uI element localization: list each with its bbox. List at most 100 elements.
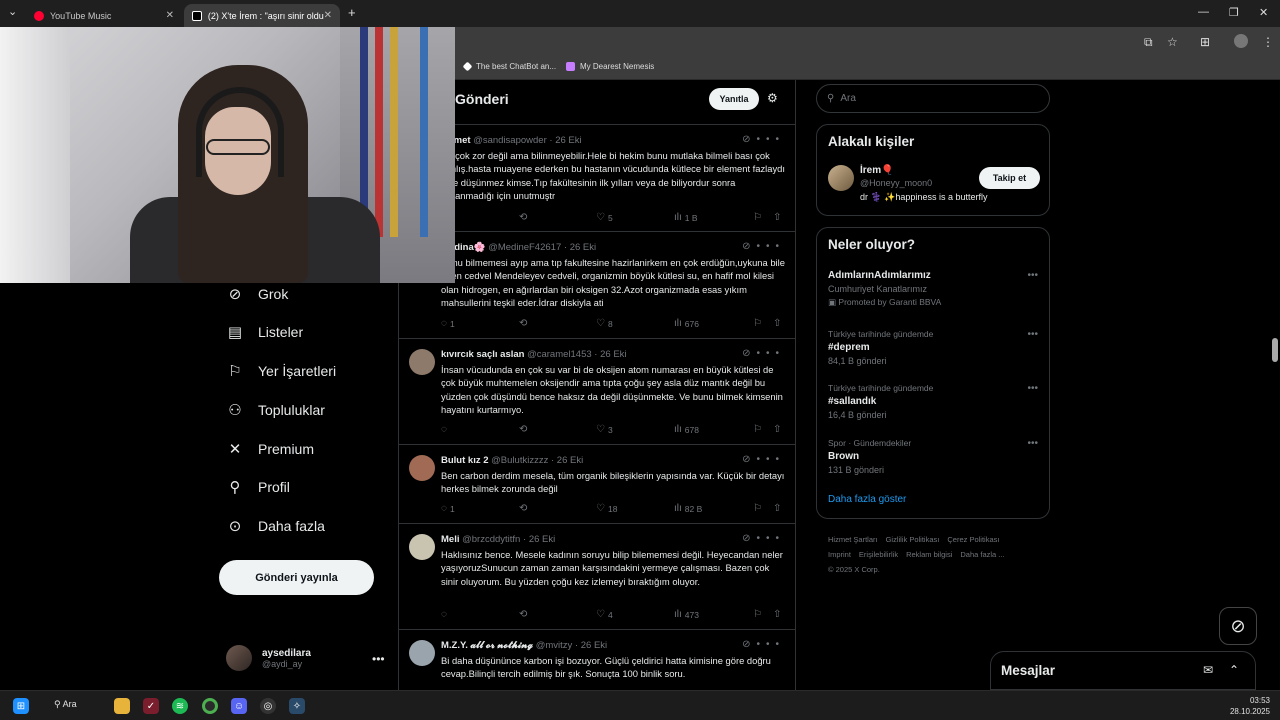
- more-dots-icon[interactable]: •••: [1027, 270, 1038, 281]
- tweet-handle[interactable]: @caramel1453: [527, 349, 592, 360]
- views-action[interactable]: ılı 473: [674, 609, 699, 620]
- bookmark-action[interactable]: ⚐: [753, 424, 762, 435]
- obs-icon[interactable]: ◎: [260, 698, 276, 714]
- tweet-grok-and-more-icons[interactable]: ⊘•••: [742, 134, 785, 145]
- footer-link[interactable]: Reklam bilgisi: [906, 550, 952, 559]
- more-dots-icon[interactable]: •••: [1027, 329, 1038, 340]
- tweet-handle[interactable]: @MedineF42617: [488, 242, 561, 253]
- tweet-handle[interactable]: @sandisapowder: [473, 135, 547, 146]
- grok-floating-button[interactable]: ⊘: [1219, 607, 1257, 645]
- tweet-date[interactable]: 26 Eki: [570, 242, 596, 253]
- app-icon[interactable]: ✓: [143, 698, 159, 714]
- close-icon[interactable]: ✕: [324, 10, 332, 21]
- tweet[interactable]: Meli @brzcddytitfn · 26 Eki ⊘••• Haklısı…: [399, 524, 795, 630]
- views-action[interactable]: ılı 82 B: [674, 503, 702, 514]
- tweet-date[interactable]: 26 Eki: [581, 640, 607, 651]
- extensions-icon[interactable]: ⊞: [1200, 35, 1210, 49]
- nav-bookmarks[interactable]: ⚐ Yer İşaretleri: [226, 362, 336, 380]
- more-dots-icon[interactable]: •••: [1027, 383, 1038, 394]
- menu-icon[interactable]: ⋮: [1262, 35, 1274, 49]
- reply-action[interactable]: ◌: [441, 424, 450, 435]
- nav-more[interactable]: ⊙ Daha fazla: [226, 517, 325, 535]
- views-action[interactable]: ılı 678: [674, 424, 699, 435]
- trend-item[interactable]: AdımlarınAdımlarımız Cumhuriyet Kanatlar…: [828, 270, 1038, 308]
- trend-item[interactable]: Türkiye tarihinde gündemde #deprem 84,1 …: [828, 329, 1038, 366]
- tweet-date[interactable]: 26 Eki: [557, 455, 583, 466]
- reply-button[interactable]: Yanıtla: [709, 88, 759, 110]
- like-action[interactable]: ♡ 8: [596, 318, 613, 329]
- tweet-date[interactable]: 26 Eki: [555, 135, 581, 146]
- views-action[interactable]: ılı 1 B: [674, 212, 698, 223]
- tweet-avatar[interactable]: [409, 640, 435, 666]
- retweet-action[interactable]: ⟲: [519, 318, 530, 329]
- tweet[interactable]: kıvırcık saçlı aslan @caramel1453 · 26 E…: [399, 339, 795, 445]
- retweet-action[interactable]: ⟲: [519, 609, 530, 620]
- nav-profile[interactable]: ⚲ Profil: [226, 478, 290, 496]
- reply-action[interactable]: ◌: [441, 609, 450, 620]
- reply-action[interactable]: ◌ 1: [441, 503, 455, 514]
- footer-link[interactable]: Hizmet Şartları: [828, 535, 878, 544]
- tweet-grok-and-more-icons[interactable]: ⊘•••: [742, 241, 785, 252]
- tweet[interactable]: Medina🌸 @MedineF42617 · 26 Eki ⊘••• Bunu…: [399, 232, 795, 339]
- collapse-up-icon[interactable]: ⌃: [1229, 663, 1239, 677]
- app-icon[interactable]: ✧: [289, 698, 305, 714]
- trend-item[interactable]: Türkiye tarihinde gündemde #sallandık 16…: [828, 383, 1038, 420]
- messages-drawer[interactable]: Mesajlar ✉ ⌃: [990, 651, 1256, 690]
- like-action[interactable]: ♡ 5: [596, 212, 613, 223]
- bookmark-star-icon[interactable]: ☆: [1167, 35, 1178, 49]
- related-person[interactable]: İrem🎈 @Honeyy_moon0 dr ⚕️ ✨happiness is …: [860, 165, 987, 203]
- footer-link[interactable]: Daha fazla ...: [960, 550, 1004, 559]
- share-action[interactable]: ⇧: [773, 318, 781, 329]
- search-input[interactable]: ⚲ Ara: [816, 84, 1050, 113]
- taskbar-search[interactable]: ⚲ Ara: [54, 699, 77, 710]
- post-button[interactable]: Gönderi yayınla: [219, 560, 374, 595]
- tweet-grok-and-more-icons[interactable]: ⊘•••: [742, 454, 785, 465]
- new-message-icon[interactable]: ✉: [1203, 663, 1213, 677]
- tweet-handle[interactable]: @brzcddytitfn: [462, 534, 520, 545]
- discord-icon[interactable]: ☺: [231, 698, 247, 714]
- windows-start-icon[interactable]: ⊞: [13, 698, 29, 714]
- trend-item[interactable]: Spor · Gündemdekiler Brown 131 B gönderi…: [828, 438, 1038, 475]
- like-action[interactable]: ♡ 18: [596, 503, 617, 514]
- bookmark-action[interactable]: ⚐: [753, 212, 762, 223]
- tweet-grok-and-more-icons[interactable]: ⊘•••: [742, 533, 785, 544]
- show-more-link[interactable]: Daha fazla göster: [828, 494, 906, 505]
- account-switcher[interactable]: aysedilara @aydi_ay: [226, 645, 311, 671]
- bookmark-action[interactable]: ⚐: [753, 503, 762, 514]
- tweet[interactable]: Bulut kız 2 @Bulutkizzzz · 26 Eki ⊘••• B…: [399, 445, 795, 524]
- share-action[interactable]: ⇧: [773, 609, 781, 620]
- spotify-icon[interactable]: ≋: [172, 698, 188, 714]
- tweet-author[interactable]: Meli: [441, 534, 459, 545]
- footer-link[interactable]: Imprint: [828, 550, 851, 559]
- tweet-avatar[interactable]: [409, 349, 435, 375]
- tweet-grok-and-more-icons[interactable]: ⊘•••: [742, 639, 785, 650]
- tweet[interactable]: Ahmet @sandisapowder · 26 Eki ⊘••• Bu ço…: [399, 125, 795, 232]
- tweet-date[interactable]: 26 Eki: [600, 349, 626, 360]
- footer-link[interactable]: Erişilebilirlik: [859, 550, 898, 559]
- retweet-action[interactable]: ⟲: [519, 424, 530, 435]
- profile-avatar[interactable]: [1234, 34, 1248, 48]
- views-action[interactable]: ılı 676: [674, 318, 699, 329]
- tab-x-post[interactable]: (2) X'te İrem : "aşırı sinir oldu... ✕: [184, 4, 340, 27]
- more-dots-icon[interactable]: •••: [1027, 438, 1038, 449]
- more-dots-icon[interactable]: •••: [372, 652, 385, 666]
- close-icon[interactable]: ✕: [166, 10, 174, 21]
- footer-link[interactable]: Gizlilik Politikası: [886, 535, 940, 544]
- tweet-avatar[interactable]: [409, 534, 435, 560]
- tweet-handle[interactable]: @Bulutkizzzz: [491, 455, 548, 466]
- tweet-author[interactable]: M.Z.Y. 𝓪𝓵𝓵 𝓸𝓻 𝓷𝓸𝓽𝓱𝓲𝓷𝓰: [441, 640, 533, 651]
- bookmark-chatbot[interactable]: The best ChatBot an...: [462, 61, 556, 72]
- share-action[interactable]: ⇧: [773, 503, 781, 514]
- tab-youtube-music[interactable]: YouTube Music ✕: [26, 4, 182, 27]
- follow-button[interactable]: Takip et: [979, 167, 1040, 189]
- window-close-icon[interactable]: ✕: [1259, 6, 1268, 19]
- share-action[interactable]: ⇧: [773, 212, 781, 223]
- taskbar-clock[interactable]: 03:53 28.10.2025: [1230, 695, 1270, 717]
- chrome-icon[interactable]: [202, 698, 218, 714]
- tweet-author[interactable]: kıvırcık saçlı aslan: [441, 349, 524, 360]
- page-scrollbar[interactable]: [1270, 80, 1280, 690]
- tweet-grok-and-more-icons[interactable]: ⊘•••: [742, 348, 785, 359]
- nav-lists[interactable]: ▤ Listeler: [226, 323, 303, 341]
- like-action[interactable]: ♡ 4: [596, 609, 613, 620]
- bookmark-action[interactable]: ⚐: [753, 318, 762, 329]
